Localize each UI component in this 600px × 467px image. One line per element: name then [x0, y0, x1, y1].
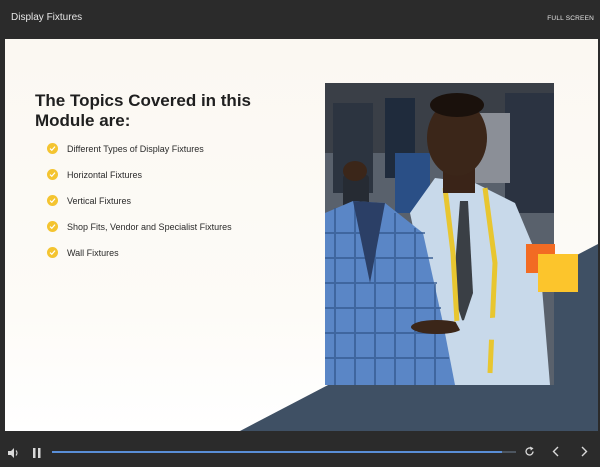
pause-icon[interactable]	[33, 445, 41, 463]
topic-label: Vertical Fixtures	[67, 196, 132, 206]
fullscreen-button[interactable]: FULL SCREEN	[547, 15, 594, 22]
progress-bar[interactable]	[52, 451, 516, 453]
volume-icon[interactable]	[8, 445, 19, 463]
module-title: Display Fixtures	[11, 12, 83, 23]
check-circle-icon	[47, 143, 58, 154]
check-circle-icon	[47, 169, 58, 180]
slide: The Topics Covered in this Module are: D…	[5, 39, 598, 431]
progress-fill	[52, 451, 503, 453]
replay-icon[interactable]	[524, 444, 535, 462]
slide-heading: The Topics Covered in this Module are:	[35, 91, 251, 130]
player-controls	[0, 431, 600, 467]
yellow-square-decoration	[538, 254, 578, 292]
topic-label: Horizontal Fixtures	[67, 170, 143, 180]
previous-icon[interactable]	[552, 444, 559, 462]
topic-label: Shop Fits, Vendor and Specialist Fixture…	[67, 222, 232, 232]
tailor-photo	[325, 83, 554, 385]
check-circle-icon	[47, 221, 58, 232]
topic-label: Wall Fixtures	[67, 248, 119, 258]
check-circle-icon	[47, 247, 58, 258]
check-circle-icon	[47, 195, 58, 206]
next-icon[interactable]	[581, 444, 588, 462]
top-bar: Display Fixtures FULL SCREEN	[0, 0, 600, 39]
topic-label: Different Types of Display Fixtures	[67, 144, 204, 154]
